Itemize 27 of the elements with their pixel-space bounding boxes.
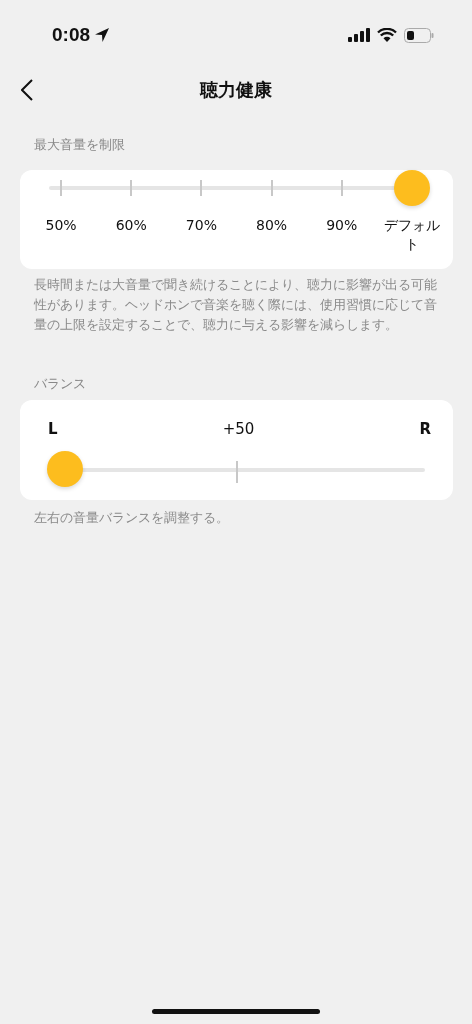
battery-icon <box>404 27 434 43</box>
balance-value: +50 <box>222 420 255 438</box>
description-text: 左右の音量バランスを調整する。 <box>34 509 230 527</box>
status-time: 0:08 <box>52 24 91 46</box>
right-label: R <box>419 420 431 438</box>
wifi-icon <box>377 28 397 42</box>
slider-tick <box>60 180 62 196</box>
stop-label[interactable]: 60% <box>115 216 147 254</box>
left-label: L <box>48 420 58 438</box>
page-title: 聴力健康 <box>200 78 272 102</box>
slider-tick <box>200 180 203 196</box>
stop-label[interactable]: 50% <box>45 216 77 254</box>
slider-tick <box>130 180 133 196</box>
stop-label[interactable]: 90% <box>326 216 358 254</box>
location-arrow-icon <box>94 27 111 43</box>
signal-icon <box>348 28 370 42</box>
description-text: 長時間または大音量で聞き続けることにより、聴力に影響が出る可能性があります。ヘッドホンで音楽を聴く際には、使用習慣に応じて音量の上限を設定することで、聴力に与える影響を減らします。 <box>34 276 438 334</box>
slider-thumb[interactable] <box>47 451 83 487</box>
section-label: 最大音量を制限 <box>34 136 126 154</box>
section-label: バランス <box>34 375 87 393</box>
stop-label[interactable]: 80% <box>256 216 288 254</box>
stop-label[interactable]: 70% <box>185 216 217 254</box>
slider-thumb[interactable] <box>394 170 430 206</box>
center-tick <box>236 461 238 483</box>
slider-tick <box>270 180 273 196</box>
stop-label[interactable]: デフォルト <box>380 216 443 254</box>
slider-tick <box>340 180 343 196</box>
